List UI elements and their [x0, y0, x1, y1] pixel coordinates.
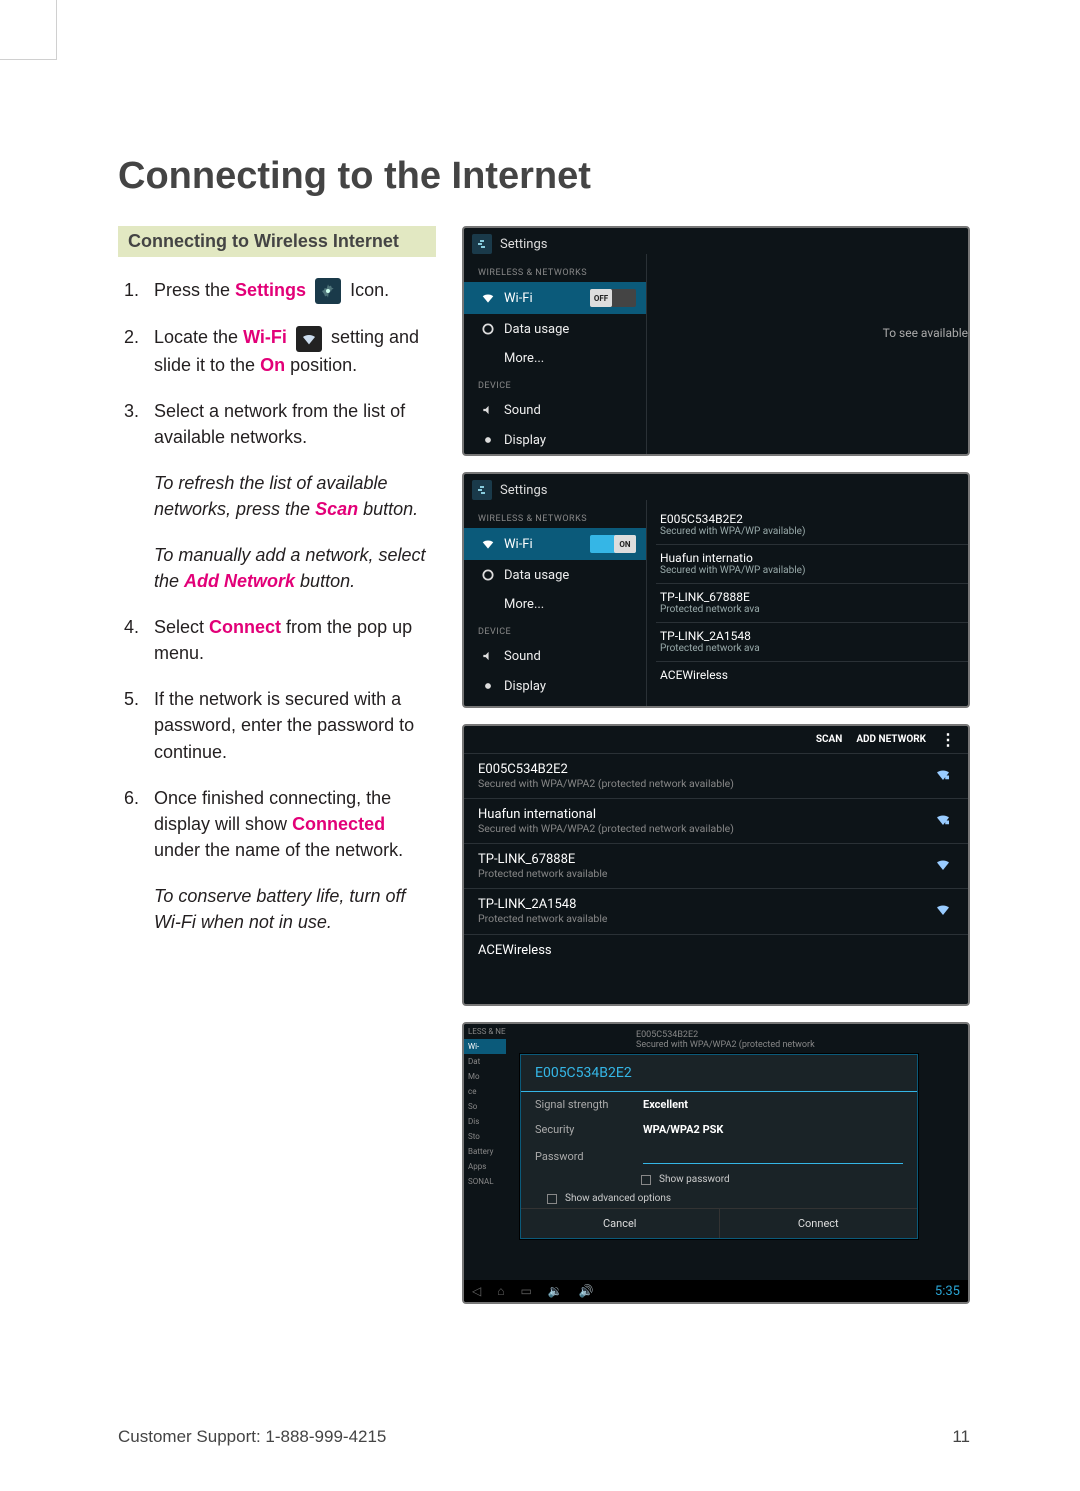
network-item[interactable]: TP-LINK_67888EProtected network availabl… [464, 844, 968, 889]
network-item[interactable]: TP-LINK_2A1548Protected network ava [656, 623, 968, 662]
screenshot-wifi-off: Settings WIRELESS & NETWORKS Wi-Fi OFF [462, 226, 970, 456]
network-item[interactable]: E005C534B2E2Secured with WPA/WPA2 (prote… [464, 754, 968, 799]
add-network-button[interactable]: ADD NETWORK [856, 734, 926, 745]
sidebar-item-storage[interactable]: Storage [464, 455, 646, 456]
network-item[interactable]: TP-LINK_67888EProtected network ava [656, 584, 968, 623]
step-1: Press the Settings Icon. [118, 277, 436, 304]
wifi-toggle-on[interactable]: ON [590, 535, 636, 553]
cancel-button[interactable]: Cancel [521, 1209, 719, 1238]
sidebar-item-wifi[interactable]: Wi-Fi OFF [464, 282, 646, 314]
vol-up-icon[interactable]: 🔊 [579, 1284, 594, 1298]
recents-icon[interactable]: ▭ [520, 1284, 531, 1298]
show-password-checkbox[interactable]: Show password [521, 1170, 917, 1189]
status-clock: 5:35 [935, 1284, 960, 1299]
back-icon[interactable]: ◁ [472, 1284, 481, 1298]
step-4: Select Connect from the pop up menu. [118, 614, 436, 666]
sidebar-item-sound[interactable]: Sound [464, 641, 646, 671]
step-6: Once finished connecting, the display wi… [118, 785, 436, 863]
wifi-icon [296, 326, 322, 352]
vol-down-icon[interactable]: 🔉 [548, 1284, 563, 1298]
network-item[interactable]: ACEWireless [656, 662, 968, 688]
section-heading: Connecting to Wireless Internet [118, 226, 436, 257]
settings-icon [315, 278, 341, 304]
step-5: If the network is secured with a passwor… [118, 686, 436, 764]
screenshot-network-list: SCAN ADD NETWORK ⋮ E005C534B2E2Secured w… [462, 724, 970, 1006]
wifi-icon [934, 852, 954, 875]
connect-button[interactable]: Connect [719, 1209, 918, 1238]
screenshot-connect-dialog: LESS & NETWORKS Wi- Dat Mo ce So Dis Sto… [462, 1022, 970, 1304]
network-item[interactable]: E005C534B2E2Secured with WPA/WP availabl… [656, 506, 968, 545]
wifi-off-message: To see available [656, 266, 968, 340]
note-scan: To refresh the list of available network… [154, 470, 436, 522]
footer-support: Customer Support: 1-888-999-4215 [118, 1427, 386, 1447]
document-page: Connecting to the Internet Connecting to… [0, 0, 1080, 1491]
sidebar-item-more[interactable]: More... [464, 344, 646, 373]
password-input[interactable] [643, 1148, 903, 1164]
settings-app-icon [472, 480, 492, 500]
sound-icon [480, 648, 496, 664]
display-icon [480, 432, 496, 448]
connect-dialog: E005C534B2E2 Signal strengthExcellent Se… [520, 1054, 918, 1239]
data-usage-icon [480, 567, 496, 583]
network-item[interactable]: Huafun internationalSecured with WPA/WPA… [464, 799, 968, 844]
show-advanced-checkbox[interactable]: Show advanced options [521, 1189, 917, 1208]
wifi-secure-icon [934, 762, 954, 785]
wifi-secure-icon [934, 807, 954, 830]
settings-title: Settings [500, 483, 547, 498]
sidebar-item-more[interactable]: More... [464, 590, 646, 619]
sidebar-item-display[interactable]: Display [464, 671, 646, 701]
network-item[interactable]: Huafun internatioSecured with WPA/WP ava… [656, 545, 968, 584]
wifi-toggle-off[interactable]: OFF [590, 289, 636, 307]
data-usage-icon [480, 321, 496, 337]
system-navbar: ◁ ⌂ ▭ 🔉 🔊 5:35 [464, 1280, 968, 1302]
page-title: Connecting to the Internet [118, 155, 970, 198]
section-wireless: WIRELESS & NETWORKS [464, 260, 646, 282]
wifi-icon [480, 290, 496, 306]
home-icon[interactable]: ⌂ [497, 1284, 504, 1298]
note-add-network: To manually add a network, select the Ad… [154, 542, 436, 594]
screenshot-wifi-on: Settings WIRELESS & NETWORKS Wi-Fi ON D [462, 472, 970, 708]
sidebar-item-sound[interactable]: Sound [464, 395, 646, 425]
sidebar-item-display[interactable]: Display [464, 425, 646, 455]
scan-button[interactable]: SCAN [816, 734, 842, 745]
section-device: DEVICE [464, 373, 646, 395]
sidebar-item-data-usage[interactable]: Data usage [464, 314, 646, 344]
step-2: Locate the Wi-Fi setting and slide it to… [118, 324, 436, 377]
instructions-column: Connecting to Wireless Internet Press th… [118, 226, 436, 1304]
page-number: 11 [952, 1427, 970, 1447]
display-icon [480, 678, 496, 694]
sidebar-item-data-usage[interactable]: Data usage [464, 560, 646, 590]
screenshots-column: Settings WIRELESS & NETWORKS Wi-Fi OFF [462, 226, 970, 1304]
sidebar-item-storage[interactable]: Storage [464, 701, 646, 708]
note-battery: To conserve battery life, turn off Wi-Fi… [154, 883, 436, 935]
overflow-menu-icon[interactable]: ⋮ [940, 735, 956, 745]
wifi-icon [934, 897, 954, 920]
step-3: Select a network from the list of availa… [118, 398, 436, 450]
dialog-title: E005C534B2E2 [521, 1055, 917, 1092]
network-item[interactable]: TP-LINK_2A1548Protected network availabl… [464, 889, 968, 934]
settings-title: Settings [500, 237, 547, 252]
sidebar-item-wifi[interactable]: Wi-Fi ON [464, 528, 646, 560]
network-item[interactable]: ACEWireless [464, 935, 968, 966]
wifi-icon [480, 536, 496, 552]
settings-app-icon [472, 234, 492, 254]
sound-icon [480, 402, 496, 418]
